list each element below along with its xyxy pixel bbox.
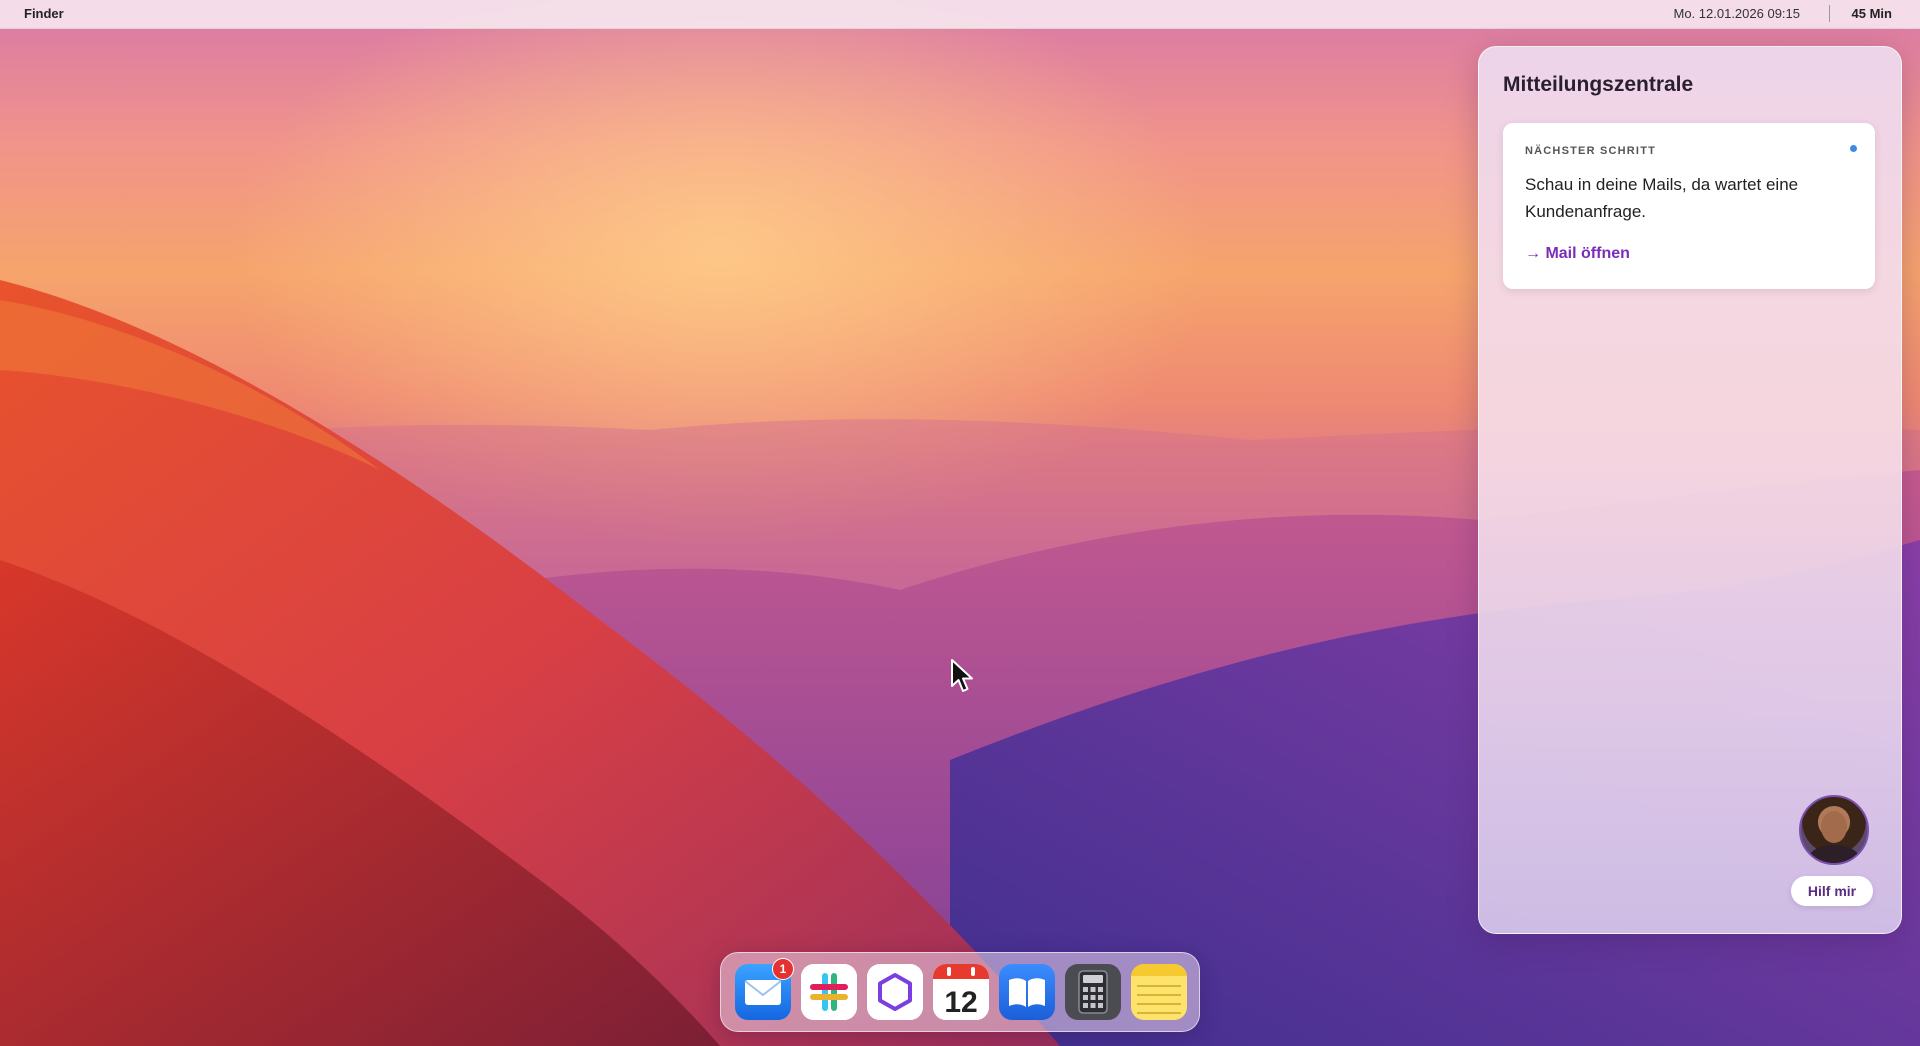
notification-text: Schau in deine Mails, da wartet eine Kun… <box>1525 175 1799 221</box>
notification-card[interactable]: NÄCHSTER SCHRITT Schau in deine Mails, d… <box>1503 123 1875 289</box>
unread-indicator <box>1850 145 1857 152</box>
notes-icon[interactable] <box>1131 964 1187 1020</box>
mouse-cursor-icon <box>951 659 973 692</box>
open-mail-link[interactable]: → Mail öffnen <box>1525 245 1630 263</box>
assistant-avatar[interactable] <box>1799 795 1869 865</box>
hexagon-app-icon[interactable] <box>867 964 923 1020</box>
notification-center-title: Mitteilungszentrale <box>1503 73 1694 96</box>
calendar-day-number: 12 <box>944 986 977 1019</box>
slack-icon[interactable] <box>801 964 857 1020</box>
avatar-body <box>1809 845 1859 863</box>
menu-bar-clock[interactable]: Mo. 12.01.2026 09:15 <box>1674 6 1801 21</box>
desktop: Finder Mo. 12.01.2026 09:15 45 Min Mitte… <box>0 0 1920 1046</box>
notification-label: NÄCHSTER SCHRITT <box>1525 145 1657 157</box>
calendar-icon[interactable]: 12 <box>933 964 989 1020</box>
active-app-name[interactable]: Finder <box>24 6 64 21</box>
avatar-face <box>1821 811 1847 843</box>
mail-unread-badge: 1 <box>772 958 794 980</box>
menu-bar-divider <box>1829 5 1830 22</box>
notification-center: Mitteilungszentrale NÄCHSTER SCHRITT Sch… <box>1478 46 1902 934</box>
calculator-icon[interactable] <box>1065 964 1121 1020</box>
session-timer[interactable]: 45 Min <box>1852 6 1892 21</box>
menu-bar: Finder Mo. 12.01.2026 09:15 45 Min <box>0 0 1920 29</box>
help-me-button[interactable]: Hilf mir <box>1791 876 1873 906</box>
books-icon[interactable] <box>999 964 1055 1020</box>
